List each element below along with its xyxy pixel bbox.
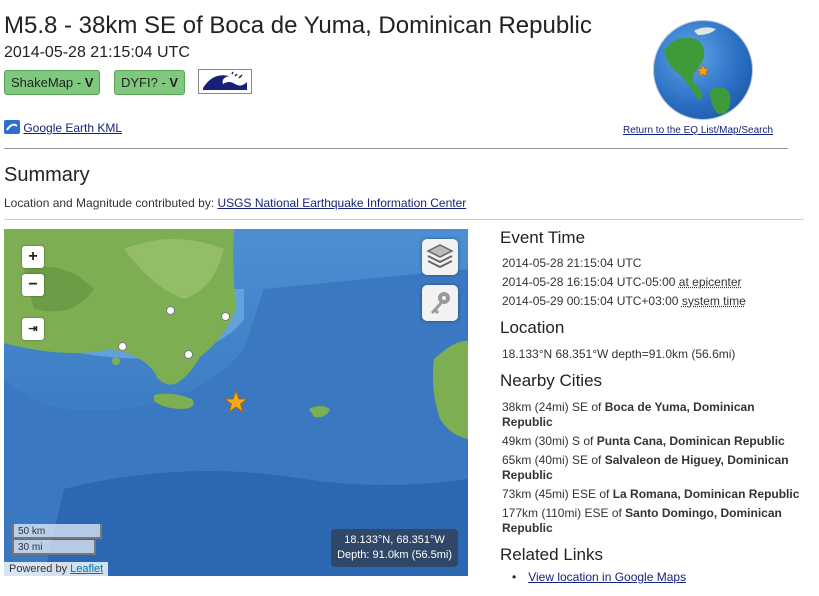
return-link[interactable]: Return to the EQ List/Map/Search [623, 125, 773, 136]
city-distance: 177km (110mi) ESE of [502, 506, 626, 520]
city-marker[interactable] [166, 306, 175, 315]
city-name: Punta Cana, Dominican Republic [596, 434, 785, 448]
list-item: 38km (24mi) SE of Boca de Yuma, Dominica… [502, 400, 802, 430]
page-title: M5.8 - 38km SE of Boca de Yuma, Dominica… [4, 12, 592, 39]
city-marker[interactable] [118, 342, 127, 351]
leaflet-link[interactable]: Leaflet [70, 563, 103, 575]
time-local: 2014-05-28 16:15:04 UTC-05:00 at epicent… [502, 275, 742, 289]
city-marker[interactable] [184, 350, 193, 359]
epicenter-star-icon[interactable] [223, 389, 249, 414]
list-item: 49km (30mi) S of Punta Cana, Dominican R… [502, 434, 802, 449]
scale-mi: 30 mi [12, 540, 96, 555]
tsunami-icon[interactable] [198, 69, 252, 94]
shakemap-label: ShakeMap - [11, 75, 85, 90]
kml-link[interactable]: Google Earth KML [4, 120, 122, 135]
nearby-cities-heading: Nearby Cities [500, 371, 603, 390]
time-system-value: 2014-05-29 00:15:04 UTC+03:00 [502, 294, 679, 308]
depth-text: Depth: 91.0km (56.5mi) [337, 549, 452, 561]
contrib-prefix: Location and Magnitude contributed by: [4, 196, 218, 210]
google-maps-link[interactable]: View location in Google Maps [528, 570, 686, 584]
time-system: 2014-05-29 00:15:04 UTC+03:00 system tim… [502, 294, 746, 308]
location-text: 18.133°N 68.351°W depth=91.0km (56.6mi) [502, 347, 736, 361]
scale-km: 50 km [12, 524, 102, 539]
list-item: 73km (45mi) ESE of La Romana, Dominican … [502, 487, 802, 502]
google-earth-icon [4, 120, 20, 134]
city-name: La Romana, Dominican Republic [612, 487, 800, 501]
bullet-icon: • [512, 570, 517, 584]
event-datetime: 2014-05-28 21:15:04 UTC [4, 44, 190, 61]
divider [4, 219, 804, 220]
shakemap-badge[interactable]: ShakeMap - V [4, 70, 101, 95]
zoom-in-button[interactable]: + [22, 246, 44, 268]
map-attribution: Powered by Leaflet [4, 562, 109, 576]
coordinate-readout: 18.133°N, 68.351°W Depth: 91.0km (56.5mi… [331, 529, 458, 567]
list-item: 177km (110mi) ESE of Santo Domingo, Domi… [502, 506, 802, 536]
powered-by-label: Powered by [9, 563, 71, 575]
city-distance: 65km (40mi) SE of [502, 453, 605, 467]
location-heading: Location [500, 318, 565, 337]
city-distance: 38km (24mi) SE of [502, 400, 605, 414]
globe-icon [653, 20, 753, 120]
dyfi-badge[interactable]: DYFI? - V [114, 70, 186, 95]
kml-link-label[interactable]: Google Earth KML [23, 121, 122, 135]
epicenter-map[interactable]: + − ⇥ 50 km 30 mi Powered by Leaflet 18.… [4, 229, 468, 576]
time-utc: 2014-05-28 21:15:04 UTC [502, 256, 642, 270]
dyfi-value: V [169, 75, 179, 90]
fullscreen-icon: ⇥ [28, 323, 38, 335]
contributor-link[interactable]: USGS National Earthquake Information Cen… [217, 196, 466, 210]
event-time-heading: Event Time [500, 228, 586, 247]
key-icon [431, 292, 450, 314]
city-marker[interactable] [221, 312, 230, 321]
related-links-heading: Related Links [500, 545, 604, 564]
coordinate-text: 18.133°N, 68.351°W [344, 534, 445, 546]
list-item: • View location in Google Maps [512, 570, 686, 584]
summary-heading: Summary [4, 164, 90, 186]
fullscreen-button[interactable]: ⇥ [22, 318, 44, 340]
city-distance: 49km (30mi) S of [502, 434, 597, 448]
layers-icon [426, 244, 454, 269]
list-item: 65km (40mi) SE of Salvaleon de Higuey, D… [502, 453, 802, 483]
time-local-value: 2014-05-28 16:15:04 UTC-05:00 [502, 275, 676, 289]
zoom-out-button[interactable]: − [22, 274, 44, 296]
divider [4, 148, 788, 149]
shakemap-value: V [84, 75, 94, 90]
contributor-line: Location and Magnitude contributed by: U… [4, 196, 466, 210]
epicenter-time-link[interactable]: at epicenter [679, 275, 742, 289]
city-distance: 73km (45mi) ESE of [502, 487, 613, 501]
key-button[interactable] [422, 285, 458, 321]
system-time-link[interactable]: system time [682, 294, 746, 308]
layers-button[interactable] [422, 239, 458, 275]
dyfi-label: DYFI? - [121, 75, 170, 90]
